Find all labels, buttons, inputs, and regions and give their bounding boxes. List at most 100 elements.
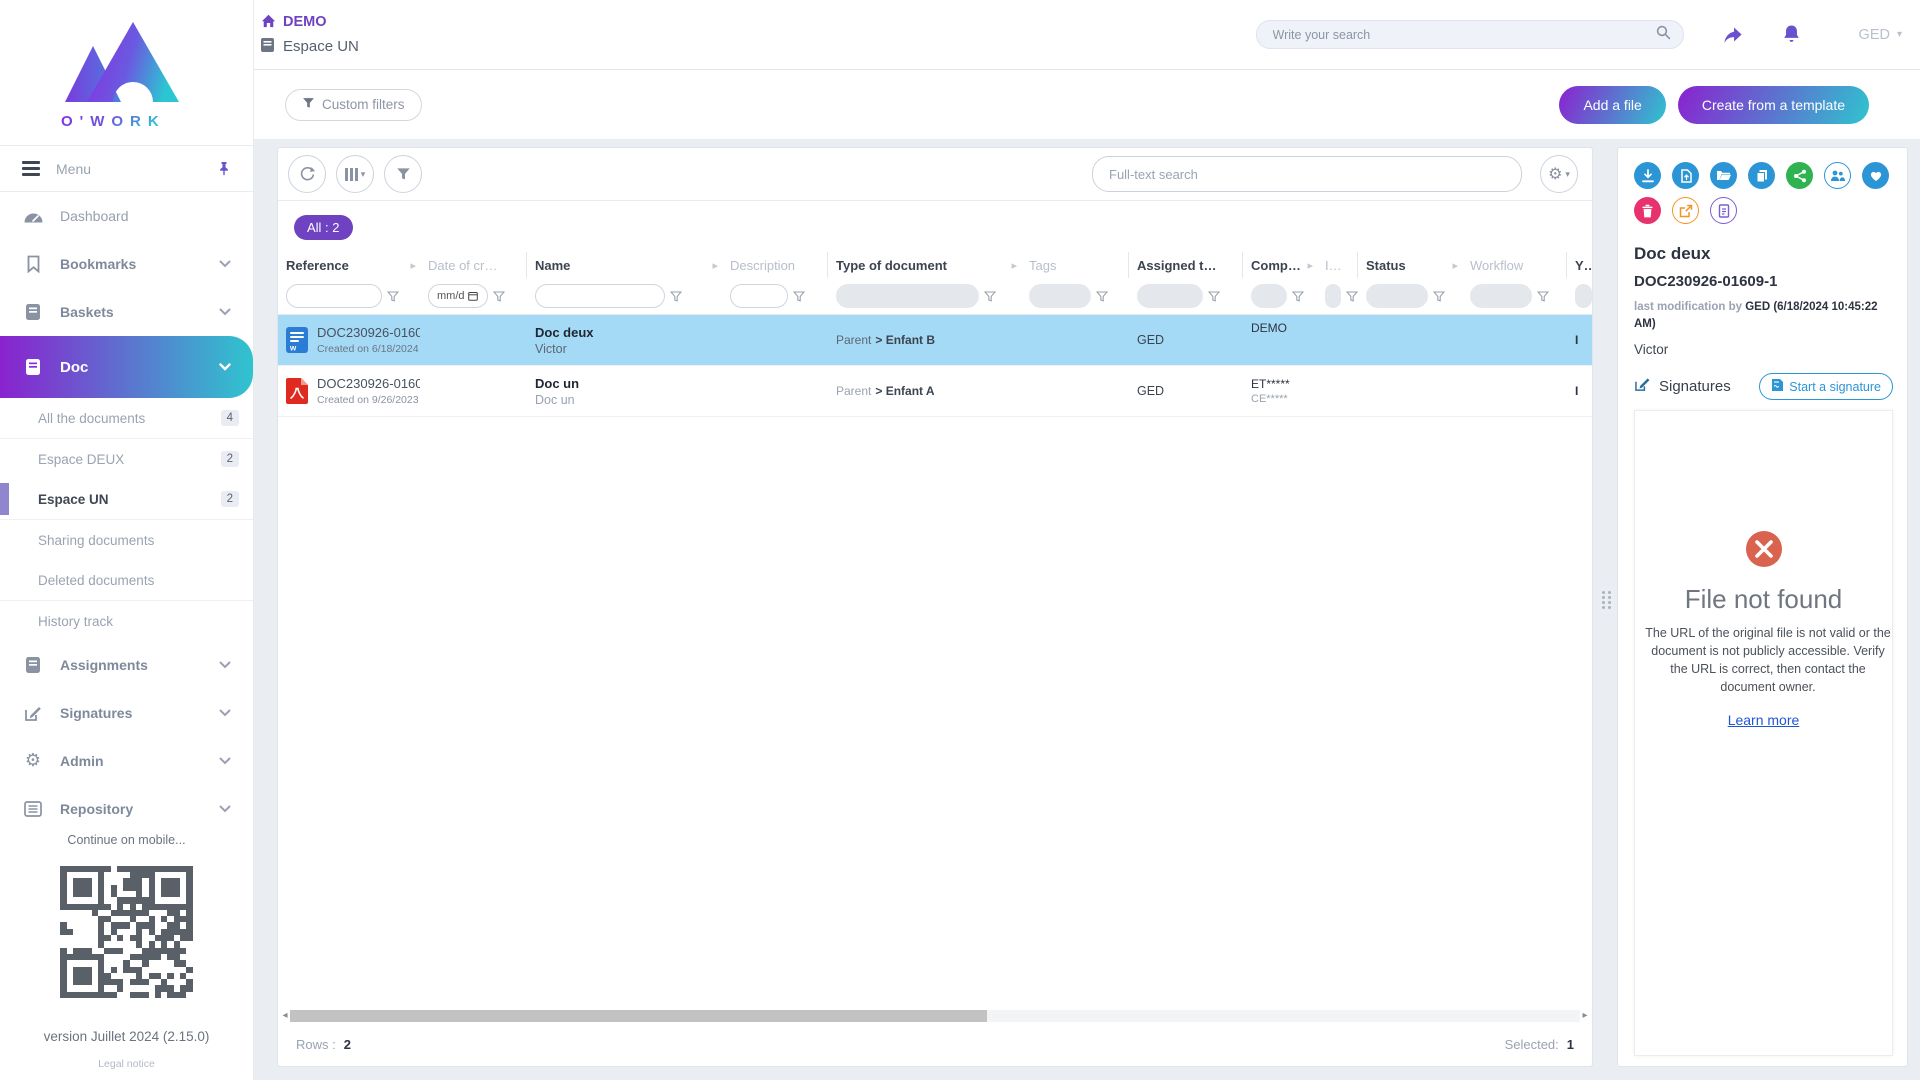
name-filter-input[interactable] [535, 284, 665, 308]
reference-filter-input[interactable] [286, 284, 382, 308]
global-search [1256, 20, 1684, 49]
start-signature-button[interactable]: Start a signature [1759, 373, 1893, 400]
filter-icon [302, 97, 315, 112]
fulltext-search-input[interactable] [1107, 166, 1507, 183]
table-settings-button[interactable]: ⚙ ▾ [1540, 155, 1578, 193]
horizontal-scrollbar[interactable]: ◂ ▸ [280, 1009, 1590, 1022]
sidebar-item-assignments[interactable]: Assignments [0, 641, 253, 689]
sidebar-subitem-espace-un[interactable]: Espace UN 2 [0, 479, 253, 520]
upload-version-icon[interactable] [1672, 162, 1699, 189]
external-link-icon[interactable] [1672, 197, 1699, 224]
description-filter-input[interactable] [730, 284, 788, 308]
breadcrumb-home[interactable]: DEMO [260, 13, 359, 32]
duplicate-icon[interactable] [1748, 162, 1775, 189]
pin-icon[interactable] [217, 161, 231, 176]
funnel-icon[interactable] [387, 291, 399, 302]
table-footer: Rows : 2 Selected: 1 [278, 1022, 1592, 1066]
column-header-name[interactable]: Name▸ [527, 252, 722, 278]
global-search-input[interactable] [1271, 27, 1656, 43]
status-filter-input[interactable] [1366, 284, 1428, 308]
table-row[interactable]: DOC230926-01608-0 Created on 9/26/2023 3… [278, 366, 1592, 417]
breadcrumb-space: Espace UN [260, 37, 359, 57]
version-label: version Juillet 2024 (2.15.0) [0, 1029, 253, 1044]
doc-icon [22, 358, 44, 376]
funnel-icon[interactable] [1096, 291, 1108, 302]
funnel-icon[interactable] [793, 291, 805, 302]
column-header-reference[interactable]: Reference▸ [278, 252, 420, 278]
custom-filters-button[interactable]: Custom filters [285, 89, 422, 121]
column-header-tags[interactable]: Tags [1021, 252, 1129, 278]
sidebar-item-repository[interactable]: Repository [0, 785, 253, 833]
sidebar-subitem-espace-deux[interactable]: Espace DEUX 2 [0, 439, 253, 479]
notifications-icon[interactable] [1782, 24, 1801, 45]
funnel-icon[interactable] [1208, 291, 1220, 302]
filters-button[interactable] [384, 155, 422, 193]
share-icon[interactable] [1786, 162, 1813, 189]
columns-button[interactable]: ▾ [336, 155, 374, 193]
workspace: ▾ ⚙ ▾ All : 2 R [254, 139, 1920, 1080]
assigned-filter-input[interactable] [1137, 284, 1203, 308]
table-row[interactable]: w DOC230926-01609-1 Created on 6/18/2024… [278, 315, 1592, 366]
workflow-filter-input[interactable] [1470, 284, 1532, 308]
share-icon[interactable] [1722, 26, 1744, 44]
funnel-icon[interactable] [493, 291, 505, 302]
sidebar-nav: Dashboard Bookmarks Baskets [0, 192, 253, 833]
sidebar-item-bookmarks[interactable]: Bookmarks [0, 240, 253, 288]
sidebar-subitem-sharing-documents[interactable]: Sharing documents [0, 520, 253, 560]
column-header-description[interactable]: Description [722, 252, 828, 278]
search-icon[interactable] [1656, 25, 1671, 45]
i-filter-input[interactable] [1325, 284, 1341, 308]
column-header-workflow[interactable]: Workflow [1462, 252, 1567, 278]
column-header-type[interactable]: Type of document▸ [828, 252, 1021, 278]
create-from-template-button[interactable]: Create from a template [1678, 86, 1869, 124]
all-filter-chip[interactable]: All : 2 [294, 215, 353, 240]
signature-icon [1634, 377, 1651, 397]
funnel-icon[interactable] [670, 291, 682, 302]
scrollbar-track[interactable] [290, 1010, 1580, 1022]
funnel-icon[interactable] [1433, 291, 1445, 302]
scroll-right-arrow[interactable]: ▸ [1580, 1011, 1590, 1021]
sidebar-item-baskets[interactable]: Baskets [0, 288, 253, 336]
svg-text:w: w [289, 344, 297, 353]
y-filter-input[interactable] [1575, 284, 1592, 308]
sidebar-subitem-history-track[interactable]: History track [0, 601, 253, 641]
column-header-comp[interactable]: Comp…▸ [1243, 252, 1317, 278]
refresh-button[interactable] [288, 155, 326, 193]
funnel-icon[interactable] [1346, 291, 1358, 302]
open-folder-icon[interactable] [1710, 162, 1737, 189]
type-filter-input[interactable] [836, 284, 979, 308]
column-header-i[interactable]: I… [1317, 252, 1358, 278]
funnel-icon[interactable] [984, 291, 996, 302]
funnel-icon[interactable] [1537, 291, 1549, 302]
document-file-icon[interactable] [1710, 197, 1737, 224]
user-menu[interactable]: GED ▾ [1859, 27, 1902, 43]
tags-filter-input[interactable] [1029, 284, 1091, 308]
sidebar-item-admin[interactable]: ⚙ Admin [0, 737, 253, 785]
sidebar-subitem-all-documents[interactable]: All the documents 4 [0, 398, 253, 439]
legal-notice-link[interactable]: Legal notice [0, 1058, 253, 1070]
app-logo[interactable]: O'WORK [0, 0, 253, 145]
column-header-date[interactable]: Date of cr… [420, 252, 527, 278]
download-icon[interactable] [1634, 162, 1661, 189]
comp-filter-input[interactable] [1251, 284, 1287, 308]
menu-toggle-icon[interactable] [22, 161, 40, 176]
count-badge: 2 [221, 451, 239, 467]
sidebar-item-doc[interactable]: Doc [0, 336, 253, 398]
column-header-y[interactable]: Y… [1567, 252, 1592, 278]
add-file-button[interactable]: Add a file [1559, 86, 1665, 124]
users-icon[interactable] [1824, 162, 1851, 189]
scrollbar-thumb[interactable] [290, 1010, 987, 1022]
sidebar-item-signatures[interactable]: Signatures [0, 689, 253, 737]
learn-more-link[interactable]: Learn more [1728, 712, 1800, 728]
column-header-status[interactable]: Status▸ [1358, 252, 1462, 278]
sidebar-item-label: Dashboard [60, 208, 129, 224]
delete-icon[interactable] [1634, 197, 1661, 224]
panel-resize-handle[interactable] [1602, 591, 1614, 609]
sidebar-subitem-deleted-documents[interactable]: Deleted documents [0, 560, 253, 601]
funnel-icon[interactable] [1292, 291, 1304, 302]
favorite-icon[interactable] [1862, 162, 1889, 189]
column-header-assigned[interactable]: Assigned t… [1129, 252, 1243, 278]
date-filter-input[interactable]: mm/d [428, 284, 488, 308]
sidebar-item-dashboard[interactable]: Dashboard [0, 192, 253, 240]
scroll-left-arrow[interactable]: ◂ [280, 1011, 290, 1021]
